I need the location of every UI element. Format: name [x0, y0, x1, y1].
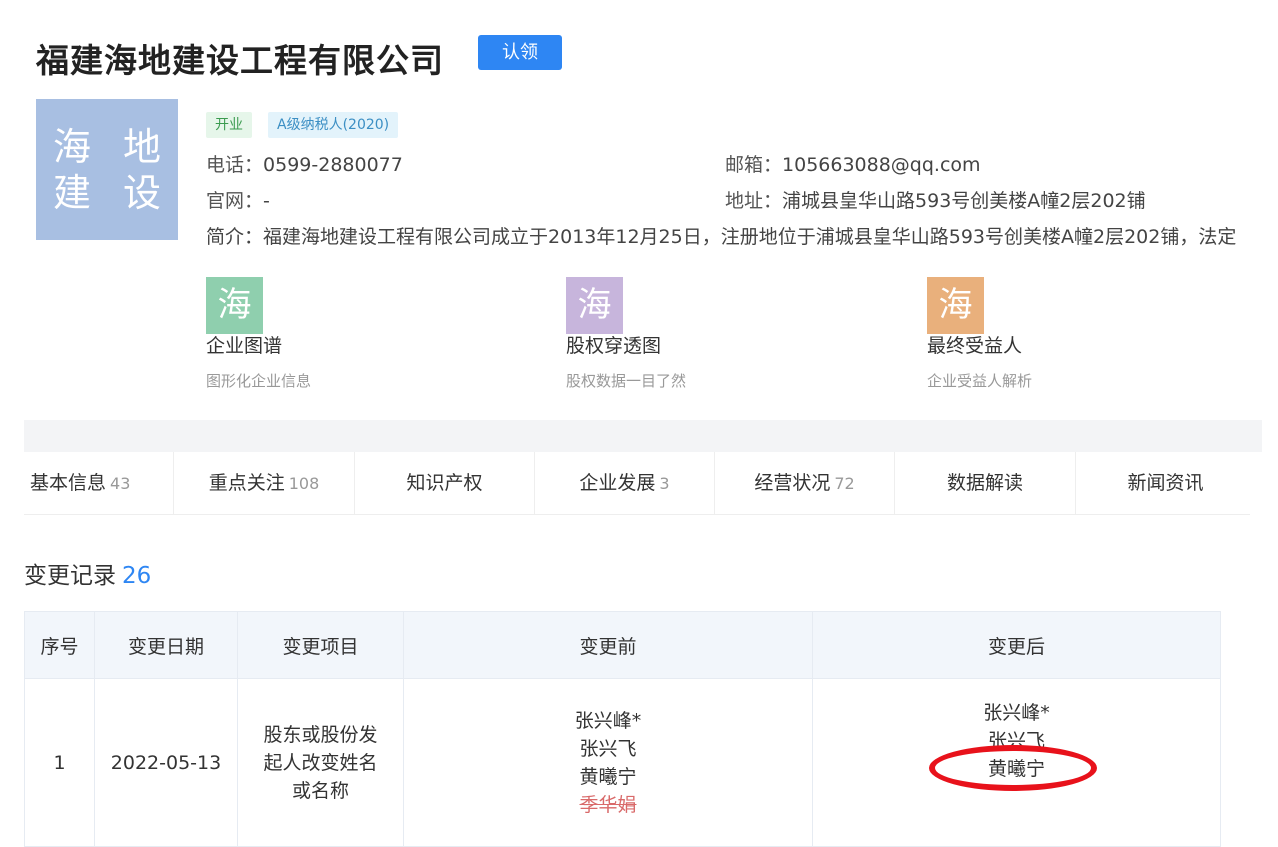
tab-key-focus[interactable]: 重点关注 108 [174, 452, 355, 514]
ultimate-beneficiary-icon: 海 [927, 277, 984, 334]
table-header-row: 序号 变更日期 变更项目 变更前 变更后 [24, 611, 1221, 679]
enterprise-graph-icon: 海 [206, 277, 263, 334]
website-row: 官网：- [206, 186, 270, 213]
address-row: 地址：浦城县皇华山路593号创美楼A幢2层202铺 [725, 186, 1146, 213]
logo-text-line1: 海 地 [52, 124, 172, 169]
intro-text: 福建海地建设工程有限公司成立于2013年12月25日，注册地位于浦城县皇华山路5… [263, 226, 1237, 248]
company-logo: 海 地 建 设 [36, 99, 178, 240]
change-records-table: 序号 变更日期 变更项目 变更前 变更后 1 2022-05-13 股东或股份发… [24, 611, 1221, 847]
tab-label: 基本信息 [30, 472, 107, 494]
logo-text-line2: 建 设 [52, 170, 172, 215]
phone-label: 电话： [206, 154, 264, 176]
tab-count: 108 [288, 474, 320, 493]
company-name: 福建海地建设工程有限公司 [36, 41, 444, 80]
section-divider [24, 420, 1262, 452]
tab-count: 43 [110, 474, 131, 493]
feature-desc: 股权数据一目了然 [566, 372, 687, 390]
feature-desc: 图形化企业信息 [206, 372, 312, 390]
tab-label: 重点关注 [208, 472, 285, 494]
tab-label: 知识产权 [406, 472, 483, 494]
before-shareholder[interactable]: 张兴峰* [405, 707, 811, 735]
tab-label: 企业发展 [579, 472, 656, 494]
tab-bar: 基本信息 43 重点关注 108 知识产权 企业发展 3 经营状况 72 数据解读 新闻… [24, 452, 1250, 515]
tab-news[interactable]: 新闻资讯 [1076, 452, 1255, 514]
tab-count: 3 [659, 474, 670, 493]
tab-count: 72 [834, 474, 855, 493]
website-value: - [263, 190, 270, 212]
header-after: 变更后 [812, 611, 1221, 679]
phone-row: 电话：0599-2880077 [206, 150, 403, 177]
tab-label: 经营状况 [754, 472, 831, 494]
tax-rating-badge: A级纳税人(2020) [268, 112, 399, 138]
cell-date: 2022-05-13 [94, 678, 238, 847]
header-before: 变更前 [403, 611, 813, 679]
after-shareholder[interactable]: 张兴峰* [814, 699, 1219, 727]
before-shareholder-removed[interactable]: 季华娟 [405, 791, 811, 819]
cell-before: 张兴峰* 张兴飞 黄曦宁 季华娟 [403, 678, 813, 847]
highlight-annotation-ellipse [929, 745, 1097, 791]
intro-label: 简介： [206, 226, 264, 248]
email-row: 邮箱：105663088@qq.com [725, 150, 981, 177]
cell-index: 1 [24, 678, 95, 847]
status-badge: 开业 [206, 112, 252, 138]
feature-desc: 企业受益人解析 [927, 372, 1033, 390]
header-date: 变更日期 [94, 611, 238, 679]
feature-ultimate-beneficiary[interactable]: 海 最终受益人 企业受益人解析 [927, 277, 1127, 391]
cell-item: 股东或股份发起人改变姓名或名称 [237, 678, 404, 847]
before-shareholder[interactable]: 黄曦宁 [405, 763, 811, 791]
header-item: 变更项目 [237, 611, 404, 679]
tab-enterprise-development[interactable]: 企业发展 3 [535, 452, 715, 514]
equity-penetration-icon: 海 [566, 277, 623, 334]
claim-button[interactable]: 认领 [478, 35, 562, 70]
tab-label: 数据解读 [946, 472, 1023, 494]
feature-title: 企业图谱 [206, 335, 283, 357]
before-shareholder[interactable]: 张兴飞 [405, 735, 811, 763]
email-label: 邮箱： [725, 154, 783, 176]
tab-basic-info[interactable]: 基本信息 43 [24, 452, 174, 514]
change-records-heading: 变更记录 26 [24, 556, 151, 590]
intro-row: 简介：福建海地建设工程有限公司成立于2013年12月25日，注册地位于浦城县皇华… [206, 222, 1266, 249]
website-label: 官网： [206, 190, 264, 212]
address-label: 地址： [725, 190, 783, 212]
section-count: 26 [122, 563, 152, 589]
tab-business-status[interactable]: 经营状况 72 [715, 452, 895, 514]
tab-label: 新闻资讯 [1127, 472, 1204, 494]
feature-enterprise-graph[interactable]: 海 企业图谱 图形化企业信息 [206, 277, 406, 391]
tab-intellectual-property[interactable]: 知识产权 [355, 452, 535, 514]
tab-data-interpretation[interactable]: 数据解读 [895, 452, 1076, 514]
phone-value[interactable]: 0599-2880077 [263, 154, 403, 176]
feature-title: 股权穿透图 [566, 335, 662, 357]
header-index: 序号 [24, 611, 95, 679]
feature-equity-penetration[interactable]: 海 股权穿透图 股权数据一目了然 [566, 277, 766, 391]
email-value[interactable]: 105663088@qq.com [782, 154, 981, 176]
address-value[interactable]: 浦城县皇华山路593号创美楼A幢2层202铺 [782, 190, 1146, 212]
change-item-text: 股东或股份发起人改变姓名或名称 [263, 723, 378, 802]
section-title: 变更记录 [24, 563, 116, 589]
feature-title: 最终受益人 [927, 335, 1023, 357]
